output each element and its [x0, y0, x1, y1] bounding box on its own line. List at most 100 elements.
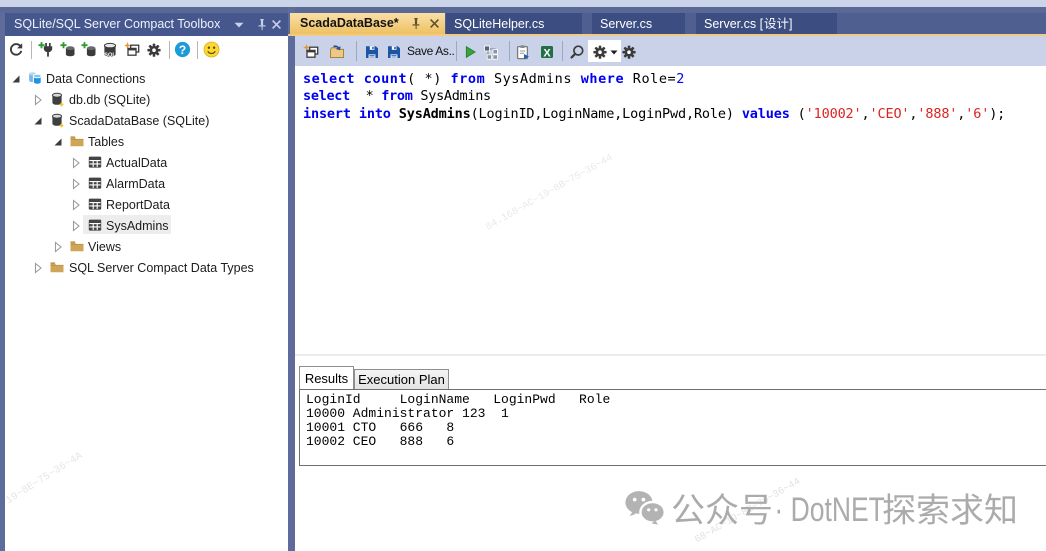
expander-expanded-icon [54, 138, 62, 145]
add-sqlce-db-button[interactable] [81, 42, 97, 58]
application-window: SQLite/SQL Server Compact Toolbox SQL ? … [0, 0, 1046, 551]
results-text[interactable]: LoginId LoginName LoginPwd Role 10000 Adm… [306, 393, 610, 449]
tree-item-label: AlarmData [106, 176, 166, 191]
save-icon [366, 46, 378, 58]
toolbar-separator [197, 41, 198, 59]
new-window-icon [124, 42, 140, 56]
close-icon [430, 19, 439, 28]
tab-label: ScadaDataBase* [300, 16, 399, 30]
refresh-button[interactable] [8, 42, 24, 58]
database-icon [51, 92, 64, 107]
panel-splitter[interactable] [288, 7, 295, 551]
tree-expander[interactable] [30, 260, 46, 276]
tree-item-sysadmins[interactable]: SysAdmins [0, 214, 283, 237]
tree-item-alarmdata[interactable]: AlarmData [0, 174, 283, 195]
help-icon: ? [174, 41, 191, 58]
new-query-button[interactable] [303, 44, 319, 60]
tree-item-views[interactable]: Views [0, 237, 283, 258]
open-file-icon [330, 45, 344, 58]
tab-execution-plan[interactable]: Execution Plan [354, 369, 449, 390]
settings-gear-icon [622, 45, 636, 59]
search-icon [570, 45, 584, 59]
tree-expander[interactable] [50, 134, 66, 150]
tree-item-actualdata[interactable]: ActualData [0, 153, 283, 174]
options-dropdown-button[interactable] [610, 50, 618, 55]
save-as-label[interactable]: Save As.. [407, 44, 455, 58]
panel-close-button[interactable] [269, 17, 284, 32]
open-file-button[interactable] [329, 44, 345, 60]
results-splitter[interactable] [295, 354, 1046, 356]
script-button[interactable] [515, 44, 531, 60]
tree-item-data-connections[interactable]: Data Connections [0, 69, 283, 90]
diagonal-watermark-1: 84.168~AC~19~8B~75~36~44 [484, 152, 616, 234]
tree-expander[interactable] [30, 92, 46, 108]
tree-item-label: Views [88, 239, 122, 254]
svg-text:X: X [543, 47, 551, 59]
add-connection-button[interactable] [38, 42, 54, 58]
execution-plan-icon [484, 45, 498, 60]
export-excel-button[interactable]: X [539, 44, 555, 60]
tab-label-cjk [764, 17, 789, 30]
tree-item-tables[interactable]: Tables [0, 132, 283, 153]
tree-item-label: ActualData [106, 155, 168, 170]
auto-hide-pin-button[interactable] [254, 17, 270, 33]
folder-icon [50, 262, 64, 273]
tree-item-label: Data Connections [46, 71, 146, 86]
tree-item-sql-server-compact-data-types[interactable]: SQL Server Compact Data Types [0, 258, 283, 279]
tree-expander[interactable] [68, 176, 84, 192]
tree-expander[interactable] [30, 113, 46, 129]
results-row: 10000 Administrator 123 1 [306, 406, 509, 421]
expander-collapsed-icon [54, 240, 62, 253]
tab-server-cs[interactable]: Server.cs [592, 13, 685, 34]
table-icon [88, 156, 102, 168]
table-icon [88, 177, 102, 189]
settings-button-2[interactable] [621, 44, 637, 60]
top-strip [0, 0, 1046, 7]
pin-icon [258, 19, 266, 31]
add-sqlite-db-button[interactable] [60, 42, 76, 58]
execute-icon [465, 45, 476, 59]
tree-item-scadadatabase-sqlite[interactable]: ScadaDataBase (SQLite) [0, 111, 283, 132]
sql-editor[interactable]: select count( *) from SysAdmins where Ro… [303, 71, 1005, 123]
tab-close-button[interactable] [427, 16, 442, 31]
save-as-button[interactable] [386, 44, 402, 60]
window-position-button[interactable] [234, 22, 244, 28]
wechat-latin-text: · DotNET [767, 491, 885, 529]
folder-icon [70, 136, 84, 147]
code-line: select * from SysAdmins [303, 88, 491, 105]
expander-collapsed-icon [72, 156, 80, 169]
tab-server-cs-design[interactable]: Server.cs [] [696, 13, 837, 34]
tab-scadadatabase[interactable]: ScadaDataBase* [290, 13, 445, 34]
help-button[interactable]: ? [174, 41, 191, 58]
tab-pin-button[interactable] [408, 16, 423, 31]
results-row: 10002 CEO 888 6 [306, 434, 455, 449]
save-button[interactable] [364, 44, 380, 60]
smiley-icon [203, 41, 220, 58]
save-as-icon [388, 46, 400, 58]
tab-results[interactable]: Results [299, 366, 354, 390]
close-icon [272, 20, 281, 29]
settings-button[interactable] [146, 42, 162, 58]
feedback-button[interactable] [203, 41, 220, 58]
new-window-button[interactable] [124, 42, 140, 58]
toolbox-title-bar[interactable]: SQLite/SQL Server Compact Toolbox [5, 13, 288, 36]
expander-expanded-icon [34, 117, 42, 124]
execution-plan-button[interactable] [483, 44, 500, 60]
wechat-logo-icon [625, 491, 666, 525]
search-button[interactable] [569, 44, 585, 60]
tree-expander[interactable] [8, 71, 24, 87]
tab-sqlitehelper-cs[interactable]: SQLiteHelper.cs [446, 13, 582, 34]
execute-button[interactable] [462, 44, 478, 60]
tree-expander[interactable] [50, 239, 66, 255]
options-button[interactable] [592, 44, 608, 60]
tree-expander[interactable] [68, 197, 84, 213]
tree-item-reportdata[interactable]: ReportData [0, 195, 283, 216]
tree-expander[interactable] [68, 155, 84, 171]
tree-expander[interactable] [68, 218, 84, 234]
sql-script-button[interactable]: SQL [102, 42, 118, 58]
tree-item-db-db-sqlite[interactable]: db.db (SQLite) [0, 90, 283, 111]
svg-text:?: ? [179, 43, 186, 57]
dropdown-caret-icon [610, 50, 618, 55]
tree-item-label: SysAdmins [106, 218, 169, 233]
script-icon [516, 45, 529, 60]
